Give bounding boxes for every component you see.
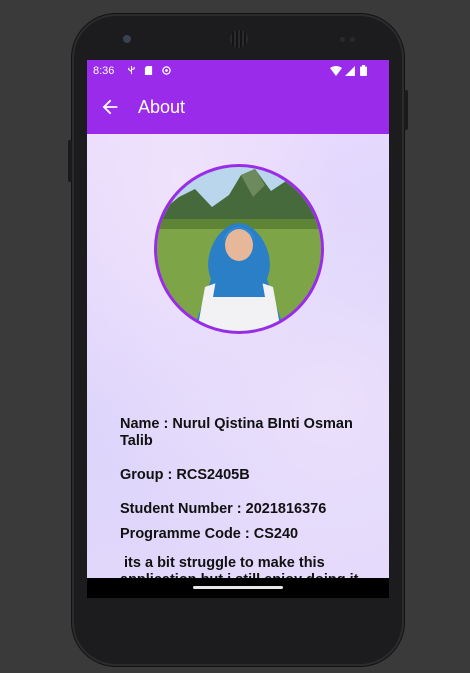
sync-icon: [162, 66, 171, 75]
profile-photo: [154, 164, 324, 334]
navigation-bar: [87, 578, 389, 598]
app-bar: About: [87, 82, 389, 134]
arrow-back-icon[interactable]: [99, 96, 121, 118]
student-group: Group : RCS2405B: [120, 467, 250, 483]
usb-icon: [128, 66, 135, 75]
student-name: Name : Nurul Qistina BInti Osman Talib: [120, 416, 353, 449]
device-screen: 8:36 About Name: Nurul Qistina BInti Os…: [87, 60, 389, 598]
power-button[interactable]: [404, 90, 408, 130]
page-title: About: [138, 97, 186, 117]
volume-button[interactable]: [68, 140, 72, 182]
profile-photo-image: [157, 167, 321, 331]
signal-icon: [345, 66, 355, 76]
status-time: 8:36: [93, 65, 115, 77]
battery-icon: [360, 65, 367, 76]
about-content: Name : Nurul Qistina BInti Osman Talib G…: [87, 134, 389, 598]
programme-code: Programme Code : CS240: [120, 526, 299, 542]
wifi-icon: [330, 66, 342, 76]
sensor-dot: [350, 37, 355, 42]
front-camera: [123, 35, 131, 43]
sensor-dot: [340, 37, 345, 42]
status-bar: 8:36: [87, 60, 389, 82]
speaker-grille: [230, 30, 248, 48]
home-gesture-handle[interactable]: [193, 586, 283, 589]
student-number: Student Number : 2021816376: [120, 501, 327, 517]
sd-card-icon: [144, 66, 153, 75]
